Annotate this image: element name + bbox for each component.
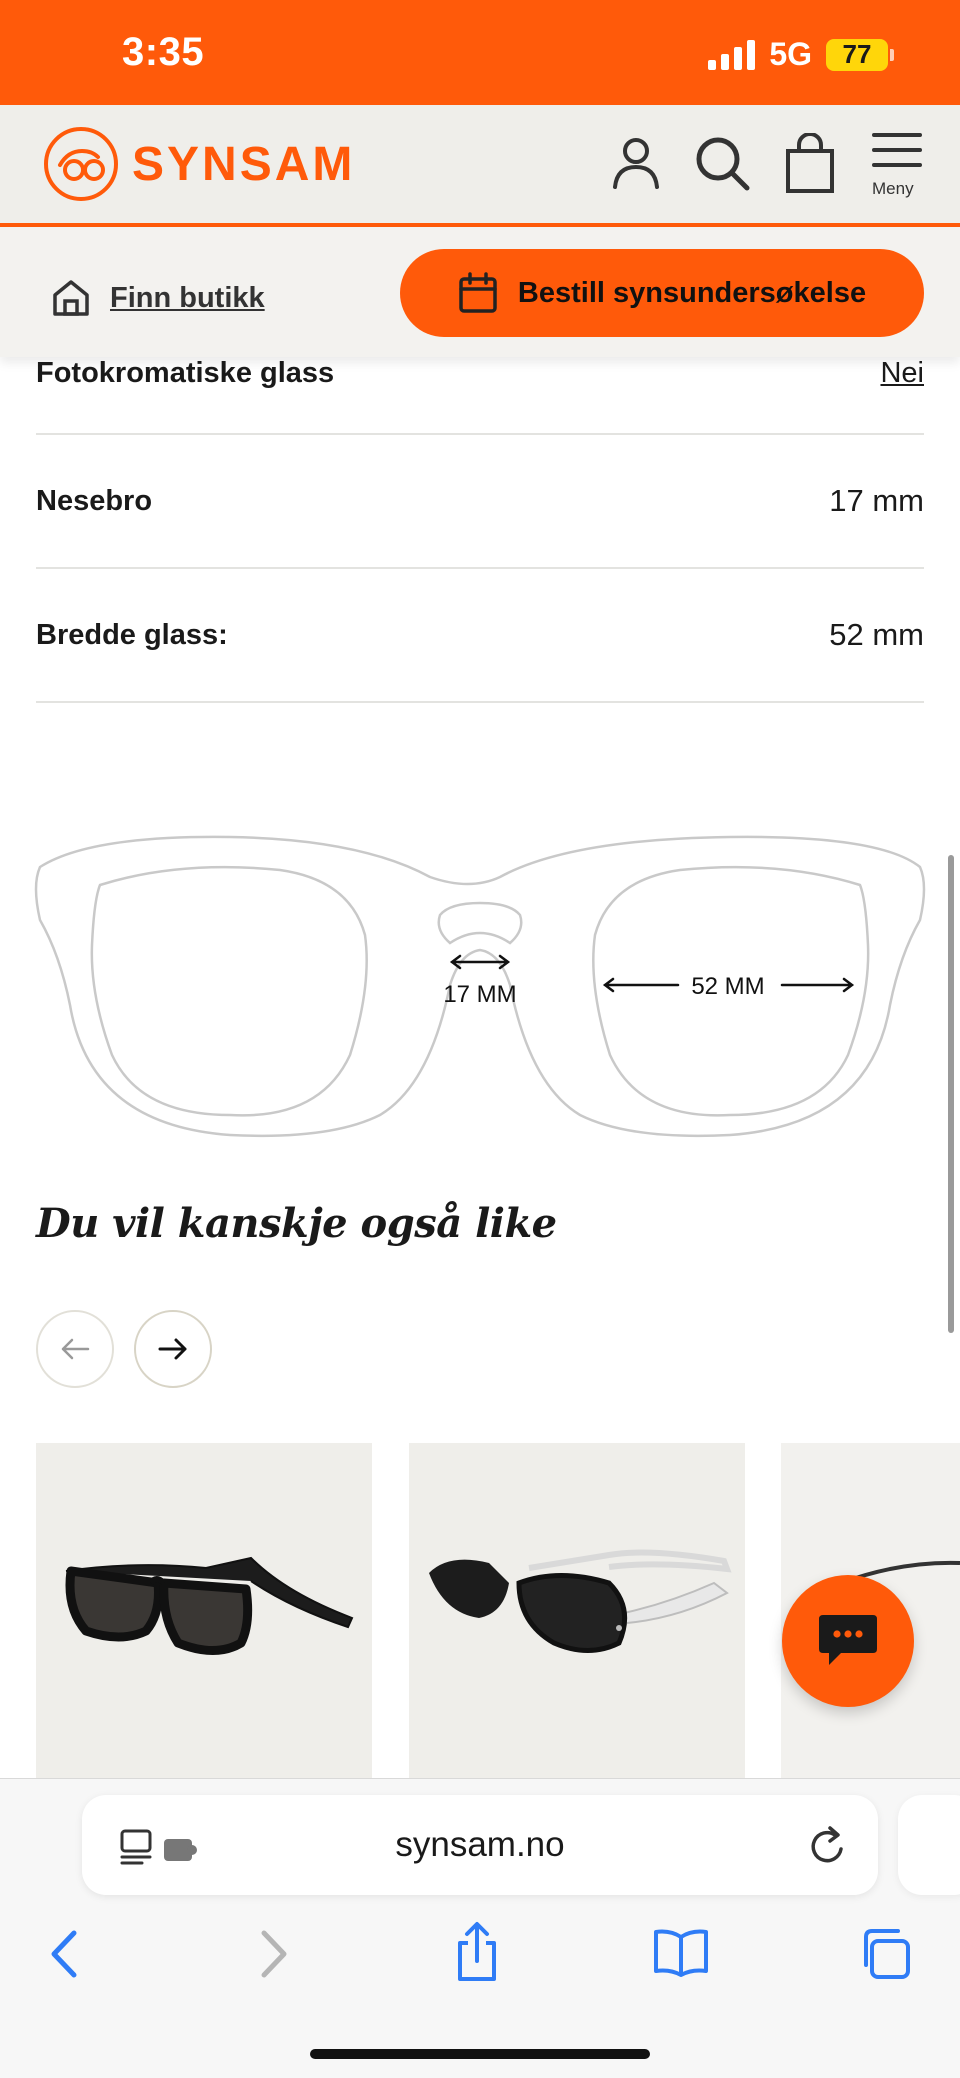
bookmarks-icon[interactable] [652, 1927, 710, 1977]
user-icon[interactable] [606, 133, 666, 193]
home-indicator [310, 2049, 650, 2059]
find-store-link[interactable]: Finn butikk [50, 277, 265, 319]
url-text: synsam.no [395, 1825, 565, 1864]
site-header: SYNSAM Meny [0, 105, 960, 227]
bridge-arrow [449, 954, 511, 970]
page-scrollbar[interactable] [948, 855, 954, 1333]
frame-measurement-diagram: 17 MM 52 MM [34, 835, 926, 1138]
lens-arrow-left [602, 977, 680, 993]
battery-level: 77 [842, 39, 872, 69]
product-card[interactable] [409, 1443, 745, 1778]
bridge-measure-label: 17 MM [443, 981, 516, 1008]
synsam-logo-icon [44, 127, 118, 201]
find-store-label: Finn butikk [110, 281, 265, 314]
spec-row-photochromic: Fotokromatiske glass Nei [36, 357, 924, 435]
book-eye-exam-button[interactable]: Bestill synsundersøkelse [400, 249, 924, 337]
reload-icon[interactable] [808, 1825, 848, 1867]
spec-value: 52 mm [829, 617, 924, 652]
status-time: 3:35 [122, 30, 205, 74]
status-indicators: 5G 77 [708, 36, 894, 73]
bridge-outline [437, 901, 523, 945]
spec-label: Bredde glass: [36, 618, 228, 651]
left-lens-outline [90, 865, 368, 1117]
action-bar: Finn butikk Bestill synsundersøkelse [0, 227, 960, 357]
brand-name: SYNSAM [132, 137, 356, 191]
spec-table: Fotokromatiske glass Nei Nesebro 17 mm B… [36, 357, 924, 703]
spec-label: Fotokromatiske glass [36, 357, 335, 389]
chat-bubble-icon [819, 1615, 877, 1665]
spec-label: Nesebro [36, 484, 153, 517]
sunglasses-image [65, 1556, 354, 1655]
menu-label[interactable]: Meny [872, 179, 914, 199]
product-card[interactable] [36, 1443, 372, 1778]
shopping-bag-icon[interactable] [780, 133, 840, 195]
cellular-signal-icon [708, 39, 756, 70]
spec-row-bridge: Nesebro 17 mm [36, 435, 924, 569]
status-bar: 3:35 5G 77 [0, 0, 960, 105]
synsam-logo[interactable]: SYNSAM [42, 125, 355, 203]
browser-toolbar: synsam.no [0, 1778, 960, 2078]
sunglasses-image [429, 1549, 732, 1653]
address-bar[interactable]: synsam.no [82, 1795, 878, 1895]
carousel-prev-button[interactable] [36, 1310, 114, 1388]
network-type: 5G [769, 36, 812, 72]
recommendations-title: Du vil kanskje også like [36, 1200, 557, 1247]
arrow-right-icon [158, 1338, 187, 1360]
lens-measure-label: 52 MM [691, 973, 764, 1000]
tabs-icon[interactable] [858, 1927, 912, 1981]
calendar-icon [459, 272, 497, 313]
back-icon[interactable] [44, 1927, 84, 1981]
chat-button[interactable] [782, 1575, 914, 1707]
forward-icon [261, 1930, 287, 1978]
menu-icon[interactable] [872, 131, 922, 171]
battery-icon: 77 [826, 38, 894, 71]
spec-value-link[interactable]: Nei [880, 357, 924, 390]
book-eye-exam-label: Bestill synsundersøkelse [517, 276, 867, 309]
spec-row-lens-width: Bredde glass: 52 mm [36, 569, 924, 703]
share-icon[interactable] [452, 1921, 502, 1983]
next-tab-preview[interactable] [898, 1795, 960, 1895]
store-icon [53, 280, 89, 316]
arrow-left-icon [61, 1338, 90, 1360]
spec-value: 17 mm [829, 483, 924, 518]
search-icon[interactable] [692, 133, 752, 193]
lens-arrow-right [780, 977, 855, 993]
carousel-next-button[interactable] [134, 1310, 212, 1388]
